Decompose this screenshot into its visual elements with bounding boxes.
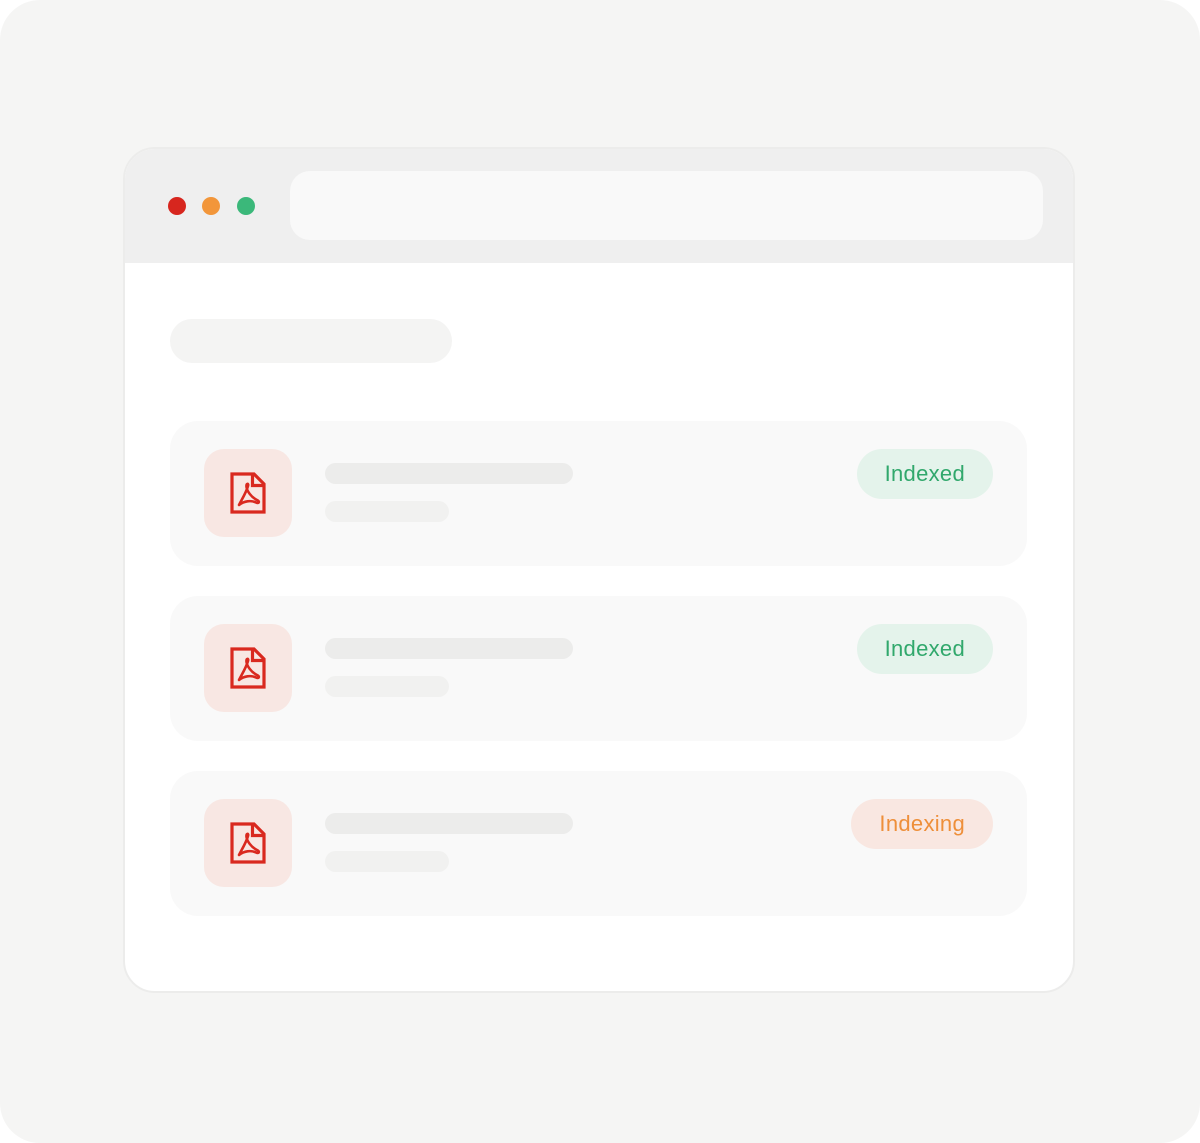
status-badge: Indexed xyxy=(856,624,993,674)
file-card[interactable]: Indexing xyxy=(170,771,1027,916)
status-badge: Indexed xyxy=(856,449,993,499)
pdf-icon xyxy=(204,799,292,887)
pdf-icon xyxy=(204,449,292,537)
address-bar[interactable] xyxy=(290,171,1043,240)
page-title-placeholder xyxy=(170,319,452,363)
file-card[interactable]: Indexed xyxy=(170,596,1027,741)
file-meta-placeholder xyxy=(325,676,449,697)
file-card[interactable]: Indexed xyxy=(170,421,1027,566)
close-window-dot[interactable] xyxy=(168,197,186,215)
background-frame: Indexed Indexed Indexing xyxy=(0,0,1200,1143)
maximize-window-dot[interactable] xyxy=(237,197,255,215)
minimize-window-dot[interactable] xyxy=(202,197,220,215)
browser-window: Indexed Indexed Indexing xyxy=(123,147,1075,993)
pdf-icon xyxy=(204,624,292,712)
file-name-placeholder xyxy=(325,638,573,659)
file-meta-placeholder xyxy=(325,851,449,872)
file-meta-placeholder xyxy=(325,501,449,522)
file-name-placeholder xyxy=(325,813,573,834)
file-list: Indexed Indexed Indexing xyxy=(170,421,1027,946)
title-bar xyxy=(125,149,1073,263)
file-name-placeholder xyxy=(325,463,573,484)
status-badge: Indexing xyxy=(851,799,993,849)
